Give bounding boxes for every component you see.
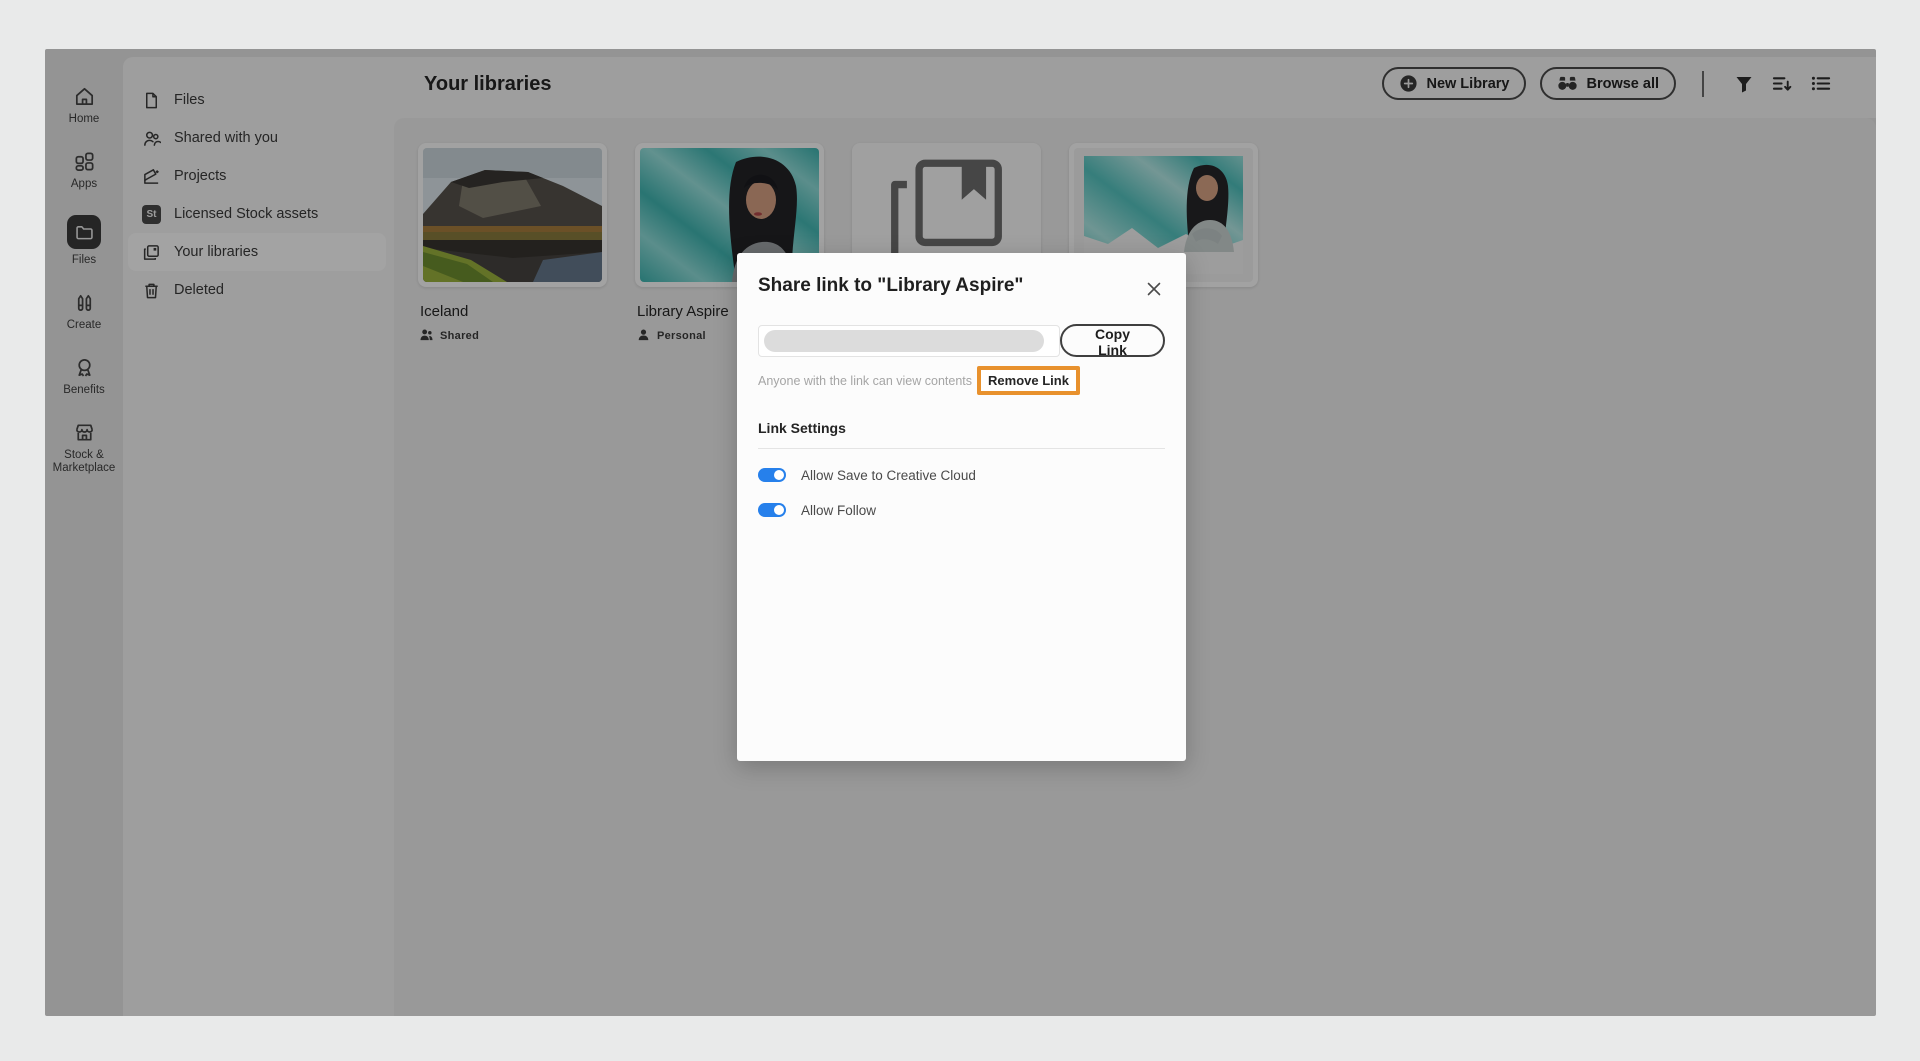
settings-divider xyxy=(758,448,1165,449)
toggle-label: Allow Save to Creative Cloud xyxy=(801,467,976,483)
remove-link-button[interactable]: Remove Link xyxy=(977,366,1080,395)
toggle-label: Allow Follow xyxy=(801,502,877,518)
toggle-row-allow-follow: Allow Follow xyxy=(758,501,1165,519)
close-icon[interactable] xyxy=(1140,275,1168,303)
copy-link-button[interactable]: Copy Link xyxy=(1060,324,1165,358)
modal-title: Share link to "Library Aspire" xyxy=(758,275,1024,296)
toggle-knob xyxy=(774,505,784,515)
share-link-field[interactable] xyxy=(758,324,1061,357)
link-caption-row: Anyone with the link can view contents R… xyxy=(758,366,1165,395)
creative-cloud-window: Home Apps Files Create Benefits Stock & … xyxy=(45,49,1876,1016)
link-settings-title: Link Settings xyxy=(758,420,846,436)
share-link-row: Copy Link xyxy=(758,324,1165,358)
screenshot-stage: Home Apps Files Create Benefits Stock & … xyxy=(0,0,1920,1061)
share-link-modal: Share link to "Library Aspire" Copy Link… xyxy=(737,253,1186,761)
toggle-knob xyxy=(774,470,784,480)
allow-save-toggle[interactable] xyxy=(758,468,786,482)
link-caption: Anyone with the link can view contents xyxy=(758,373,973,388)
toggle-row-save-to-cc: Allow Save to Creative Cloud xyxy=(758,466,1165,484)
allow-follow-toggle[interactable] xyxy=(758,503,786,517)
